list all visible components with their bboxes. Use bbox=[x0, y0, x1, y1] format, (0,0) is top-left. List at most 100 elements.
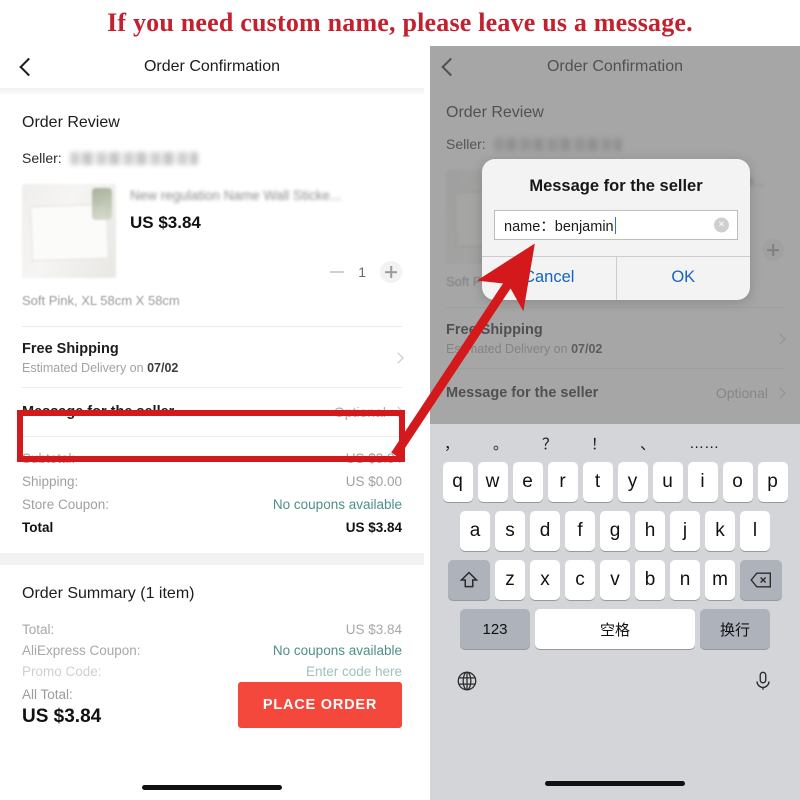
key-v[interactable]: v bbox=[600, 560, 630, 600]
key-g[interactable]: g bbox=[600, 511, 630, 551]
key-d[interactable]: d bbox=[530, 511, 560, 551]
suggestion-item[interactable]: ！ bbox=[591, 433, 606, 454]
back-button[interactable] bbox=[19, 57, 38, 77]
total-key: Subtotal: bbox=[22, 451, 76, 466]
cancel-button[interactable]: Cancel bbox=[482, 257, 616, 300]
summary-value: No coupons available bbox=[272, 643, 402, 658]
summary-value: US $3.84 bbox=[345, 622, 402, 637]
globe-icon[interactable] bbox=[456, 670, 478, 692]
clear-icon[interactable]: × bbox=[714, 217, 729, 233]
key-p[interactable]: p bbox=[757, 462, 788, 502]
message-for-seller-row[interactable]: Message for the seller Optional bbox=[22, 388, 404, 436]
key-z[interactable]: z bbox=[495, 560, 525, 600]
message-row-value: Optional bbox=[333, 404, 386, 420]
shipping-estimate: Estimated Delivery on 07/02 bbox=[22, 361, 178, 375]
order-review-heading: Order Review bbox=[22, 114, 120, 131]
quantity-value: 1 bbox=[358, 264, 366, 280]
home-indicator bbox=[545, 781, 685, 786]
numeric-key[interactable]: 123 bbox=[460, 609, 530, 649]
suggestion-item[interactable]: ？ bbox=[542, 433, 557, 454]
total-line[interactable]: Store Coupon: No coupons available bbox=[22, 493, 402, 516]
total-line: Shipping: US $0.00 bbox=[22, 470, 402, 493]
key-j[interactable]: j bbox=[670, 511, 700, 551]
shipping-estimate-prefix: Estimated Delivery on bbox=[22, 361, 144, 375]
section-gap bbox=[0, 553, 424, 565]
store-totals-list: Subtotal: US $3.84 Shipping: US $0.00 St… bbox=[22, 437, 402, 553]
keyboard-row-3: z x c v b n m bbox=[430, 560, 800, 600]
suggestion-item[interactable]: ， bbox=[444, 433, 459, 454]
keyboard-row-4: 123 空格 换行 bbox=[430, 609, 800, 649]
keyboard-bottom-bar bbox=[430, 658, 800, 692]
key-i[interactable]: i bbox=[687, 462, 718, 502]
message-row-label: Message for the seller bbox=[22, 404, 175, 420]
message-input-value: name：benjamin bbox=[504, 218, 614, 235]
key-y[interactable]: y bbox=[617, 462, 648, 502]
key-r[interactable]: r bbox=[547, 462, 578, 502]
summary-key: Total: bbox=[22, 622, 55, 637]
seller-row[interactable]: Seller: bbox=[22, 150, 402, 184]
screenshot-root: If you need custom name, please leave us… bbox=[0, 0, 800, 800]
key-c[interactable]: c bbox=[565, 560, 595, 600]
order-review-section: Order Review Seller: New regulation Name… bbox=[0, 94, 424, 553]
order-summary-section: Order Summary (1 item) Total: US $3.84 A… bbox=[0, 565, 424, 682]
key-k[interactable]: k bbox=[705, 511, 735, 551]
suggestion-item[interactable]: 、 bbox=[640, 433, 655, 454]
product-row[interactable]: New regulation Name Wall Sticke... US $3… bbox=[22, 184, 402, 283]
summary-key: AliExpress Coupon: bbox=[22, 643, 141, 658]
total-value: US $3.84 bbox=[345, 451, 402, 466]
key-b[interactable]: b bbox=[635, 560, 665, 600]
shipping-estimate-date: 07/02 bbox=[147, 361, 179, 375]
chevron-right-icon bbox=[392, 406, 404, 418]
all-total-block: All Total: US $3.84 bbox=[22, 687, 101, 728]
total-value: US $0.00 bbox=[345, 474, 402, 489]
key-n[interactable]: n bbox=[670, 560, 700, 600]
shipping-row[interactable]: Free Shipping Estimated Delivery on 07/0… bbox=[22, 327, 404, 387]
shipping-title: Free Shipping bbox=[22, 341, 119, 357]
key-f[interactable]: f bbox=[565, 511, 595, 551]
key-q[interactable]: q bbox=[442, 462, 473, 502]
product-image bbox=[22, 184, 116, 278]
summary-line[interactable]: AliExpress Coupon: No coupons available bbox=[22, 640, 402, 661]
left-phone-screen: Order Confirmation Order Review Seller: … bbox=[0, 46, 424, 800]
key-x[interactable]: x bbox=[530, 560, 560, 600]
text-cursor bbox=[614, 216, 617, 234]
key-h[interactable]: h bbox=[635, 511, 665, 551]
backspace-icon[interactable] bbox=[740, 560, 782, 600]
quantity-increase-button[interactable] bbox=[380, 261, 402, 283]
key-w[interactable]: w bbox=[477, 462, 508, 502]
seller-name-blurred bbox=[69, 151, 198, 165]
keyboard-row-2: a s d f g h j k l bbox=[430, 511, 800, 551]
summary-line[interactable]: Promo Code: Enter code here bbox=[22, 661, 402, 682]
onscreen-keyboard: ， 。 ？ ！ 、 …… q w e r t y u i o p a s d f… bbox=[430, 424, 800, 800]
key-a[interactable]: a bbox=[460, 511, 490, 551]
key-t[interactable]: t bbox=[582, 462, 613, 502]
message-input-field[interactable]: name：benjamin × bbox=[494, 210, 738, 240]
product-price: US $3.84 bbox=[130, 213, 201, 232]
key-o[interactable]: o bbox=[722, 462, 753, 502]
key-l[interactable]: l bbox=[740, 511, 770, 551]
key-u[interactable]: u bbox=[652, 462, 683, 502]
space-key[interactable]: 空格 bbox=[535, 609, 695, 649]
promo-banner-text: If you need custom name, please leave us… bbox=[107, 8, 693, 37]
shift-up-icon[interactable] bbox=[448, 560, 490, 600]
keyboard-row-1: q w e r t y u i o p bbox=[430, 462, 800, 502]
ok-button[interactable]: OK bbox=[615, 257, 751, 300]
return-key[interactable]: 换行 bbox=[700, 609, 770, 649]
right-phone-screen: Order Confirmation Order Review Seller: … bbox=[430, 46, 800, 800]
key-m[interactable]: m bbox=[705, 560, 735, 600]
key-s[interactable]: s bbox=[495, 511, 525, 551]
total-value: No coupons available bbox=[272, 497, 402, 512]
suggestion-item[interactable]: 。 bbox=[493, 433, 508, 454]
all-total-label: All Total: bbox=[22, 687, 73, 702]
quantity-decrease-button[interactable] bbox=[330, 271, 345, 273]
seller-label: Seller: bbox=[22, 150, 62, 166]
suggestion-item[interactable]: …… bbox=[689, 435, 719, 452]
place-order-button[interactable]: PLACE ORDER bbox=[238, 682, 402, 728]
summary-value: Enter code here bbox=[305, 664, 402, 679]
summary-line: Total: US $3.84 bbox=[22, 619, 402, 640]
total-key: Store Coupon: bbox=[22, 497, 110, 512]
microphone-icon[interactable] bbox=[752, 670, 774, 692]
quantity-stepper[interactable]: 1 bbox=[130, 261, 402, 283]
key-e[interactable]: e bbox=[512, 462, 543, 502]
total-value: US $3.84 bbox=[345, 520, 402, 535]
